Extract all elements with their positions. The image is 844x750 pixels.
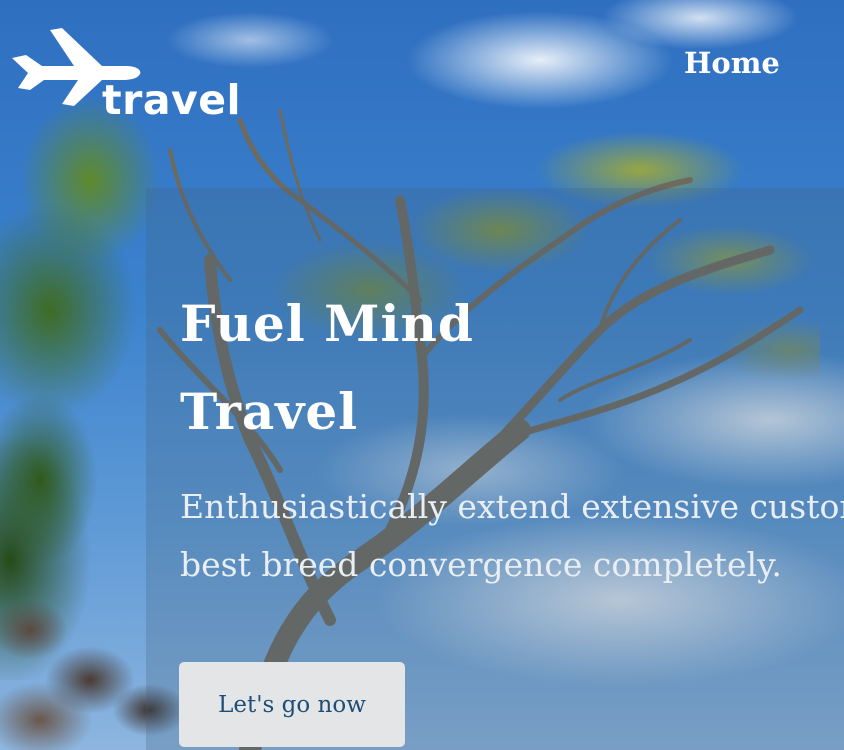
hero-title: Fuel Mind Travel [180,280,560,456]
lets-go-now-button[interactable]: Let's go now [179,662,405,747]
logo-text: travel [102,76,242,124]
hero-title-line-2: Travel [180,382,359,441]
hero-title-line-1: Fuel Mind [180,294,474,353]
main-nav: Home F [684,46,844,81]
hero-subtitle-line-2: best breed convergence completely. [180,545,782,584]
hero-subtitle: Enthusiastically extend extensive custom… [180,478,844,594]
hero-subtitle-line-1: Enthusiastically extend extensive custom [180,487,844,526]
site-logo[interactable]: travel [6,28,246,121]
nav-home[interactable]: Home [684,46,780,81]
